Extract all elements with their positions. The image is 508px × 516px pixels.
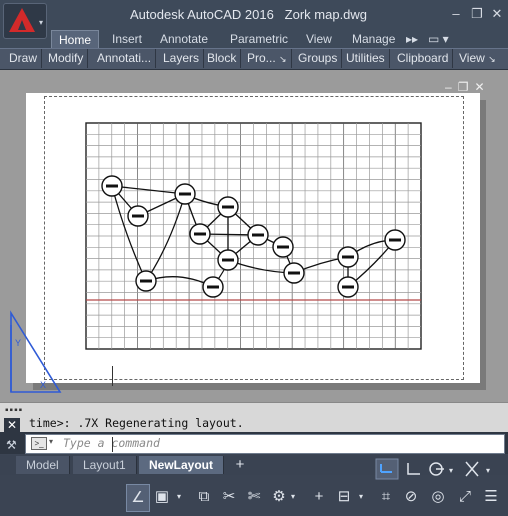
annotation-scale-icon[interactable]: ⧉	[193, 484, 215, 510]
command-line-close-button[interactable]: ✕	[4, 418, 20, 432]
plus-icon[interactable]: +	[308, 484, 330, 510]
ortho-icon[interactable]	[407, 463, 420, 475]
chevron-down-icon[interactable]: ▾	[359, 484, 367, 510]
chevron-down-icon[interactable]: ▾	[291, 484, 299, 510]
crosshair-cursor	[112, 366, 113, 386]
room-node-bar	[194, 232, 206, 236]
clean-screen-icon[interactable]: ⤢	[454, 484, 476, 510]
polar-tracking-icon[interactable]: ▾	[429, 462, 453, 476]
room-node-bar	[277, 245, 289, 249]
room-node-bar	[222, 258, 234, 262]
wrench-icon[interactable]: ⚒	[6, 438, 17, 452]
snap-grid-icon[interactable]	[375, 458, 399, 480]
room-node-bar	[106, 184, 118, 188]
object-snap-tracking-icon[interactable]: ▾	[465, 461, 490, 477]
room-node-bar	[342, 255, 354, 259]
zork-map-drawing[interactable]	[0, 0, 508, 402]
isolate-objects-icon[interactable]: ⊘	[400, 484, 422, 510]
chevron-down-icon: ▾	[38, 18, 43, 27]
chevron-down-icon[interactable]: ▾	[177, 484, 185, 510]
tab-layout1[interactable]: Layout1	[73, 456, 137, 474]
annotation-visibility-icon[interactable]: ✂	[218, 484, 240, 510]
room-node-bar	[207, 285, 219, 289]
room-node-bar	[389, 238, 401, 242]
gear-icon[interactable]: ⚙	[268, 484, 290, 510]
room-node-bar	[179, 192, 191, 196]
command-history-text: time>: .7X Regenerating layout.	[29, 416, 244, 430]
room-node-bar	[288, 271, 300, 275]
application-menu-button[interactable]: ▾	[3, 3, 47, 39]
command-grip-icon[interactable]: ▪▪▪▪	[5, 405, 23, 416]
room-node-bar	[252, 233, 264, 237]
model-space-icon[interactable]: ∠	[126, 484, 150, 512]
tab-model[interactable]: Model	[16, 456, 70, 474]
svg-text:Y: Y	[15, 338, 21, 348]
room-node-bar	[140, 279, 152, 283]
tab-newlayout[interactable]: NewLayout	[139, 456, 225, 474]
svg-text:X: X	[40, 380, 46, 390]
units-icon[interactable]: ⌗	[375, 484, 397, 510]
workspace-icon[interactable]: ⊟	[333, 484, 355, 510]
auto-scale-icon[interactable]: ✄	[243, 484, 265, 510]
svg-text:▾: ▾	[449, 466, 453, 475]
room-node-bar	[222, 205, 234, 209]
viewport-icon[interactable]: ▣	[151, 484, 173, 510]
chevron-down-icon[interactable]: ▾	[49, 437, 53, 446]
room-node-bar	[342, 285, 354, 289]
svg-text:▾: ▾	[486, 466, 490, 475]
hardware-acceleration-icon[interactable]: ◎	[427, 484, 449, 510]
command-prompt-icon[interactable]: >_	[31, 437, 47, 450]
ucs-icon: Y X	[10, 310, 62, 393]
add-layout-button[interactable]: +	[231, 456, 249, 474]
status-top-icons: ▾ ▾	[375, 458, 490, 480]
customize-menu-icon[interactable]: ☰	[480, 484, 502, 510]
room-node-bar	[132, 214, 144, 218]
text-cursor-icon	[112, 437, 115, 452]
